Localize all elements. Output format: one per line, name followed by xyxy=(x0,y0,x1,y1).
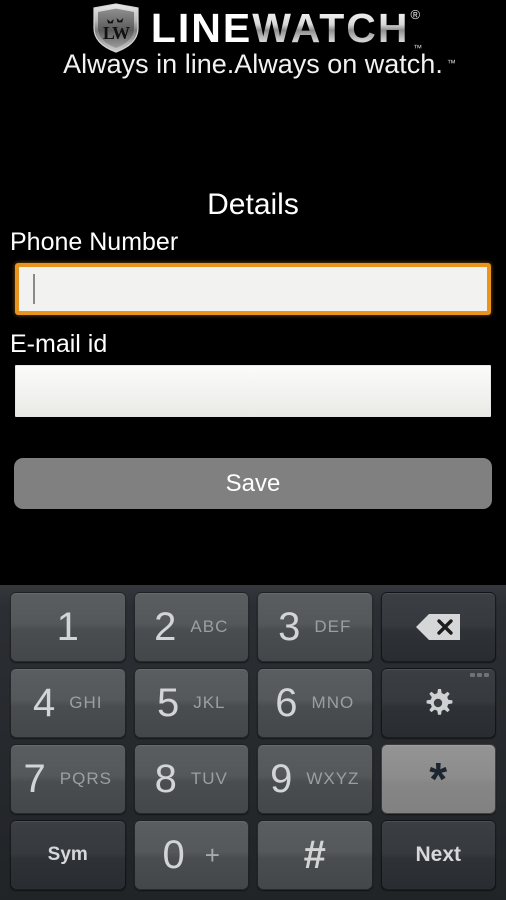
key-label: 3 xyxy=(278,605,301,649)
key-label: 2 xyxy=(154,605,177,649)
keyboard-row: 1 2 ABC 3 DEF xyxy=(0,589,506,665)
key-sublabel: PQRS xyxy=(59,769,112,788)
key-backspace[interactable] xyxy=(380,592,496,662)
key-1[interactable]: 1 xyxy=(10,592,126,662)
keyboard-row: 4 GHI 5 JKL 6 MNO xyxy=(0,665,506,741)
key-hash[interactable]: # xyxy=(257,820,373,890)
key-9[interactable]: 9 WXYZ xyxy=(257,744,373,814)
key-8[interactable]: 8 TUV xyxy=(133,744,249,814)
key-0[interactable]: 0 + xyxy=(133,820,249,890)
logo-word-watch: WATCH xyxy=(252,5,410,51)
key-5[interactable]: 5 JKL xyxy=(133,668,249,738)
page-title: Details xyxy=(207,188,299,221)
key-label: * xyxy=(429,753,448,805)
on-screen-keyboard[interactable]: 1 2 ABC 3 DEF 4 GHI 5 JKL 6 MNO 7 PQRS 8… xyxy=(0,585,506,900)
keyboard-row: Sym 0 + # Next xyxy=(0,817,506,893)
key-sublabel: + xyxy=(204,840,220,870)
key-label: Next xyxy=(415,843,462,866)
more-options-dots-icon xyxy=(470,673,489,677)
app-screen: LW LINE WATCH ® ™ Always in line.Always … xyxy=(0,0,506,585)
phone-number-label: Phone Number xyxy=(10,228,179,256)
save-button-label: Save xyxy=(225,469,281,497)
key-label: 7 xyxy=(23,757,46,801)
key-sublabel: DEF xyxy=(314,617,352,636)
logo-wordmark: LINE WATCH ® ™ xyxy=(150,5,422,53)
backspace-icon xyxy=(414,612,462,642)
registered-mark: ® xyxy=(410,7,422,22)
key-sublabel: MNO xyxy=(311,693,355,712)
gear-icon xyxy=(421,686,455,720)
key-label: 0 xyxy=(162,833,185,877)
key-4[interactable]: 4 GHI xyxy=(10,668,126,738)
key-label: 6 xyxy=(275,681,298,725)
key-label: 1 xyxy=(56,605,79,649)
email-id-label: E-mail id xyxy=(10,330,108,358)
logo-word-line: LINE xyxy=(150,5,253,51)
logo-tagline-row: Always in line.Always on watch. ™ xyxy=(0,48,506,80)
tagline-trademark-mark: ™ xyxy=(446,58,456,68)
key-next[interactable]: Next xyxy=(380,820,496,890)
key-sublabel: JKL xyxy=(193,693,226,712)
shield-lw-emblem-icon: LW xyxy=(85,2,147,54)
key-sublabel: ABC xyxy=(190,617,229,636)
key-settings[interactable] xyxy=(380,668,496,738)
logo-tagline: Always in line.Always on watch. ™ xyxy=(63,49,456,79)
key-label: Sym xyxy=(47,844,88,865)
key-label: 9 xyxy=(270,757,293,801)
app-logo-banner: LW LINE WATCH ® ™ Always in line.Always … xyxy=(0,0,506,90)
keyboard-row: 7 PQRS 8 TUV 9 WXYZ * xyxy=(0,741,506,817)
key-3[interactable]: 3 DEF xyxy=(257,592,373,662)
key-6[interactable]: 6 MNO xyxy=(257,668,373,738)
logo-brand-row: LW LINE WATCH ® ™ xyxy=(0,2,506,54)
key-label: 4 xyxy=(33,681,56,725)
key-label: 5 xyxy=(156,681,180,725)
key-7[interactable]: 7 PQRS xyxy=(10,744,126,814)
logo-tagline-text: Always in line.Always on watch. xyxy=(63,49,443,79)
key-label: # xyxy=(303,833,326,877)
key-label: 8 xyxy=(154,757,177,801)
text-caret xyxy=(33,274,35,304)
key-asterisk[interactable]: * xyxy=(380,744,496,814)
key-sublabel: TUV xyxy=(190,769,228,788)
key-sym[interactable]: Sym xyxy=(10,820,126,890)
email-id-input[interactable] xyxy=(15,365,491,417)
key-2[interactable]: 2 ABC xyxy=(133,592,249,662)
save-button[interactable]: Save xyxy=(14,458,492,509)
key-sublabel: WXYZ xyxy=(306,769,360,788)
key-sublabel: GHI xyxy=(69,693,103,712)
phone-number-input[interactable] xyxy=(15,263,491,315)
svg-text:LW: LW xyxy=(103,23,130,43)
